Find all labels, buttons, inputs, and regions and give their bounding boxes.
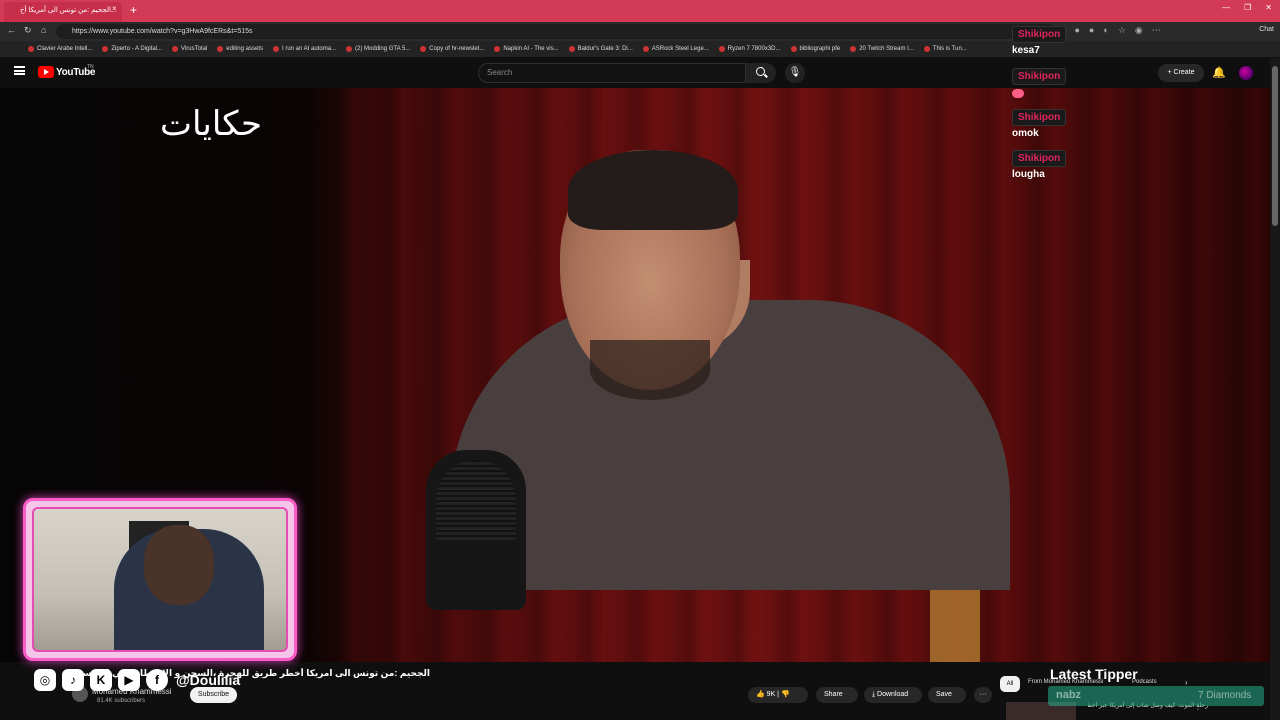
- chat-username: Shikipon: [1012, 26, 1067, 43]
- chat-text: lougha: [1012, 169, 1045, 180]
- streamer-facecam: [23, 498, 297, 661]
- bookmark-item[interactable]: editing assets: [217, 46, 263, 52]
- chat-message: Shikipon: [1012, 66, 1067, 103]
- subscriber-count: 81.4K subscribers: [97, 698, 146, 704]
- chat-username: Shikipon: [1012, 68, 1067, 85]
- kick-icon: K: [90, 669, 112, 691]
- instagram-icon: ◎: [34, 669, 56, 691]
- speaker-hair: [568, 150, 738, 230]
- bookmark-item[interactable]: bibliographi pfe: [790, 46, 840, 52]
- new-tab-button[interactable]: +: [130, 3, 137, 17]
- bookmark-item[interactable]: VirusTotal: [172, 46, 207, 52]
- social-handle: @Doulilia: [176, 672, 241, 688]
- browser-tab[interactable]: الجحيم :من تونس الى أمريكا أخ...: [4, 2, 122, 22]
- bookmark-item[interactable]: ASRock Steel Lege...: [642, 46, 709, 52]
- url-bar[interactable]: https://www.youtube.com/watch?v=g3HwA9fc…: [56, 24, 1056, 39]
- close-window-button[interactable]: ✕: [1265, 3, 1272, 12]
- scrollbar-thumb[interactable]: [1272, 66, 1278, 226]
- youtube-icon: ▶: [118, 669, 140, 691]
- bookmark-item[interactable]: Ziperto - A Digital...: [102, 46, 162, 52]
- social-links-overlay: ◎ ♪ K ▶ f @Doulilia: [34, 669, 240, 691]
- save-button[interactable]: Save: [928, 687, 966, 703]
- streamer-head: [144, 525, 214, 605]
- bookmark-item[interactable]: This is Tun...: [923, 46, 967, 52]
- stream-chat-overlay: Shikipon kesa7 Shikipon Shikipon omok Sh…: [1008, 24, 1278, 184]
- tiktok-icon: ♪: [62, 669, 84, 691]
- speaker-body: [450, 300, 1010, 590]
- show-logo: حكايات: [160, 104, 262, 144]
- more-actions-button[interactable]: ···: [974, 687, 992, 703]
- hamburger-menu-icon[interactable]: [14, 66, 25, 75]
- bookmark-item[interactable]: (2) Modding GTA 5...: [346, 46, 410, 52]
- tipper-amount: 7 Diamonds: [1198, 690, 1252, 701]
- speaker-beard: [590, 340, 710, 400]
- tab-close-icon[interactable]: ×: [112, 4, 117, 13]
- chat-text: kesa7: [1012, 45, 1040, 56]
- browser-tab-bar: [0, 0, 1280, 22]
- tipper-name: nabz: [1056, 689, 1082, 701]
- facecam-video: [32, 507, 288, 652]
- microphone-grill: [436, 460, 516, 540]
- bookmark-item[interactable]: Ryzen 7 7800x3D...: [718, 46, 781, 52]
- reload-icon[interactable]: ↻: [24, 25, 32, 36]
- download-button[interactable]: ⤓ Download: [864, 687, 922, 703]
- window-controls: — ❐ ✕: [1222, 3, 1272, 12]
- home-icon[interactable]: ⌂: [41, 25, 46, 35]
- minimize-button[interactable]: —: [1222, 3, 1230, 12]
- bookmark-item[interactable]: Baldur's Gate 3: Di...: [568, 46, 633, 52]
- search-input[interactable]: Search: [478, 63, 746, 83]
- latest-tipper-title: Latest Tipper: [1050, 666, 1138, 682]
- chat-message: Shikipon kesa7: [1012, 24, 1067, 56]
- region-code: TN: [87, 64, 94, 70]
- bookmark-item[interactable]: Napkin AI - The vis...: [494, 46, 559, 52]
- chat-username: Shikipon: [1012, 150, 1067, 167]
- facebook-icon: f: [146, 669, 168, 691]
- bookmark-item[interactable]: Clavier Arabe Intell...: [28, 46, 92, 52]
- chip-all[interactable]: All: [1000, 676, 1020, 692]
- like-button[interactable]: 👍 9K | 👎: [748, 687, 808, 703]
- chat-username: Shikipon: [1012, 109, 1067, 126]
- heart-emote-icon: [1012, 89, 1024, 98]
- chat-text: omok: [1012, 128, 1039, 139]
- share-button[interactable]: Share: [816, 687, 858, 703]
- chat-message: Shikipon omok: [1012, 107, 1067, 139]
- chat-message: Shikipon lougha: [1012, 148, 1067, 180]
- youtube-logo-icon[interactable]: [38, 66, 54, 78]
- maximize-button[interactable]: ❐: [1244, 3, 1251, 12]
- bookmark-item[interactable]: I run an AI automa...: [273, 46, 336, 52]
- microphone-icon[interactable]: 🎙: [785, 63, 805, 83]
- back-icon[interactable]: ←: [7, 25, 16, 35]
- bookmark-item[interactable]: 20 Twitch Stream I...: [850, 46, 914, 52]
- search-icon[interactable]: [746, 63, 776, 83]
- bookmark-item[interactable]: Copy of hr-newslet...: [420, 46, 484, 52]
